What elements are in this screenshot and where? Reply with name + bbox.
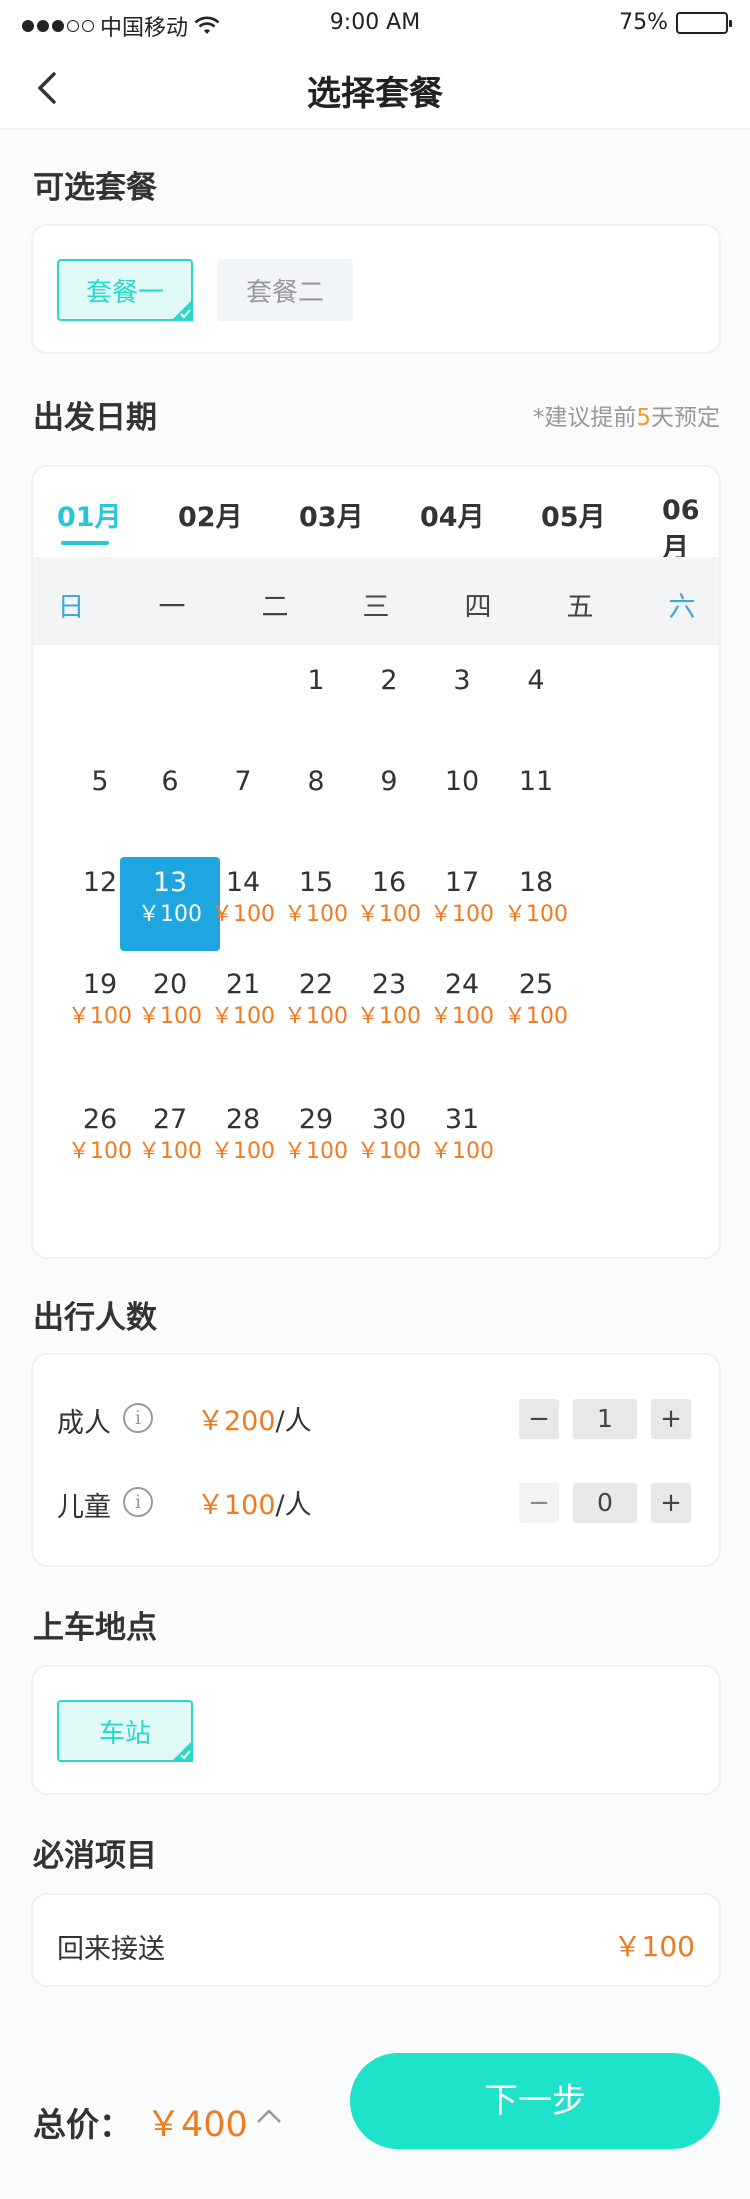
calendar-day[interactable]: 25 ￥100	[486, 967, 586, 1063]
pickup-option-station[interactable]: 车站	[57, 1700, 193, 1762]
tab-month-06[interactable]: 06月	[662, 495, 719, 565]
hint-prefix: *建议提前	[532, 405, 637, 431]
check-corner-icon	[171, 1740, 193, 1762]
traveler-price: ￥100/人	[197, 1483, 312, 1522]
quantity-value[interactable]: 1	[573, 1399, 637, 1439]
active-month-underline	[61, 541, 109, 545]
battery-percent: 75%	[619, 10, 668, 35]
pickup-option-label: 车站	[98, 1718, 151, 1749]
traveler-price-amount: ￥200	[197, 1406, 276, 1437]
day-price: ￥100	[430, 1139, 494, 1164]
battery-info: 75%	[619, 10, 732, 35]
calendar-day: 11	[486, 764, 586, 860]
required-item-price: ￥100	[613, 1930, 695, 1963]
tab-month-04[interactable]: 04月	[420, 495, 485, 534]
day-number: 18	[518, 867, 554, 898]
month-tabs: 01月 02月 03月 04月 05月 06月	[33, 467, 719, 564]
minus-button[interactable]: −	[519, 1399, 559, 1439]
traveler-price-amount: ￥100	[197, 1490, 276, 1521]
tab-month-03[interactable]: 03月	[299, 495, 364, 534]
plus-button[interactable]: +	[651, 1483, 691, 1523]
check-corner-icon	[171, 299, 193, 321]
section-title-date: 出发日期	[33, 400, 157, 436]
traveler-row-adult: 成人 i ￥200/人 − 1 +	[33, 1393, 721, 1443]
calendar-card: 01月 02月 03月 04月 05月 06月 日 一 二 三 四 五 六 12…	[31, 465, 721, 1259]
traveler-price-unit: /人	[275, 1490, 312, 1521]
required-item-label: 回来接送	[57, 1934, 165, 1965]
day-number: 4	[527, 665, 545, 696]
hint-days: 5	[636, 405, 651, 431]
section-title-pickup: 上车地点	[33, 1610, 157, 1646]
package-option-label: 套餐一	[85, 277, 164, 308]
next-step-button[interactable]: 下一步	[350, 2053, 720, 2149]
calendar-day[interactable]: 31 ￥100	[412, 1102, 512, 1198]
bottom-bar: 总价： ￥400 下一步	[0, 2050, 750, 2199]
weekday-fri: 五	[566, 592, 594, 623]
weekday-header: 日 一 二 三 四 五 六	[33, 557, 719, 645]
minus-button[interactable]: −	[519, 1483, 559, 1523]
total-price: ￥400	[146, 2105, 248, 2145]
plus-button[interactable]: +	[651, 1399, 691, 1439]
quantity-stepper: − 1 +	[519, 1399, 691, 1439]
quantity-stepper: − 0 +	[519, 1483, 691, 1523]
weekday-mon: 一	[158, 592, 186, 623]
calendar-day: 4	[486, 663, 586, 759]
booking-hint: *建议提前5天预定	[533, 398, 720, 432]
section-title-required: 必消项目	[33, 1838, 157, 1874]
nav-bar: 选择套餐	[0, 46, 750, 130]
pickup-card: 车站	[31, 1665, 721, 1795]
package-option-label: 套餐二	[245, 277, 324, 308]
day-number: 31	[444, 1104, 480, 1135]
traveler-price-unit: /人	[275, 1406, 312, 1437]
traveler-price: ￥200/人	[197, 1399, 312, 1438]
package-option-1[interactable]: 套餐一	[57, 259, 193, 321]
tab-month-02[interactable]: 02月	[178, 495, 243, 534]
weekday-thu: 四	[464, 592, 492, 623]
tab-month-01[interactable]: 01月	[57, 495, 122, 534]
tab-month-05[interactable]: 05月	[541, 495, 606, 534]
chevron-up-icon[interactable]	[254, 2106, 284, 2126]
status-bar: 中国移动 9:00 AM 75%	[0, 0, 750, 46]
total-label: 总价：	[33, 2105, 132, 2144]
page-title: 选择套餐	[307, 74, 443, 114]
calendar-day[interactable]: 18 ￥100	[486, 865, 586, 961]
info-icon[interactable]: i	[123, 1403, 153, 1433]
section-title-travelers: 出行人数	[33, 1300, 157, 1336]
quantity-value[interactable]: 0	[573, 1483, 637, 1523]
weekday-wed: 三	[362, 592, 390, 623]
traveler-label: 成人	[57, 1408, 111, 1439]
day-number: 11	[518, 766, 554, 797]
travelers-card: 成人 i ￥200/人 − 1 + 儿童 i ￥100/人 − 0 +	[31, 1353, 721, 1567]
weekday-tue: 二	[261, 592, 289, 623]
weekday-sat: 六	[668, 592, 696, 623]
weekday-sun: 日	[57, 592, 85, 623]
hint-suffix: 天预定	[651, 405, 720, 431]
day-price: ￥100	[504, 1004, 568, 1029]
battery-icon	[676, 11, 732, 34]
package-option-2[interactable]: 套餐二	[217, 259, 353, 321]
required-card: 回来接送 ￥100	[31, 1893, 721, 1987]
section-title-packages: 可选套餐	[33, 170, 157, 206]
info-icon[interactable]: i	[123, 1487, 153, 1517]
traveler-row-child: 儿童 i ￥100/人 − 0 +	[33, 1477, 721, 1527]
packages-card: 套餐一 套餐二	[31, 224, 721, 354]
day-price: ￥100	[504, 902, 568, 927]
day-number: 25	[518, 969, 554, 1000]
traveler-label: 儿童	[57, 1492, 111, 1523]
